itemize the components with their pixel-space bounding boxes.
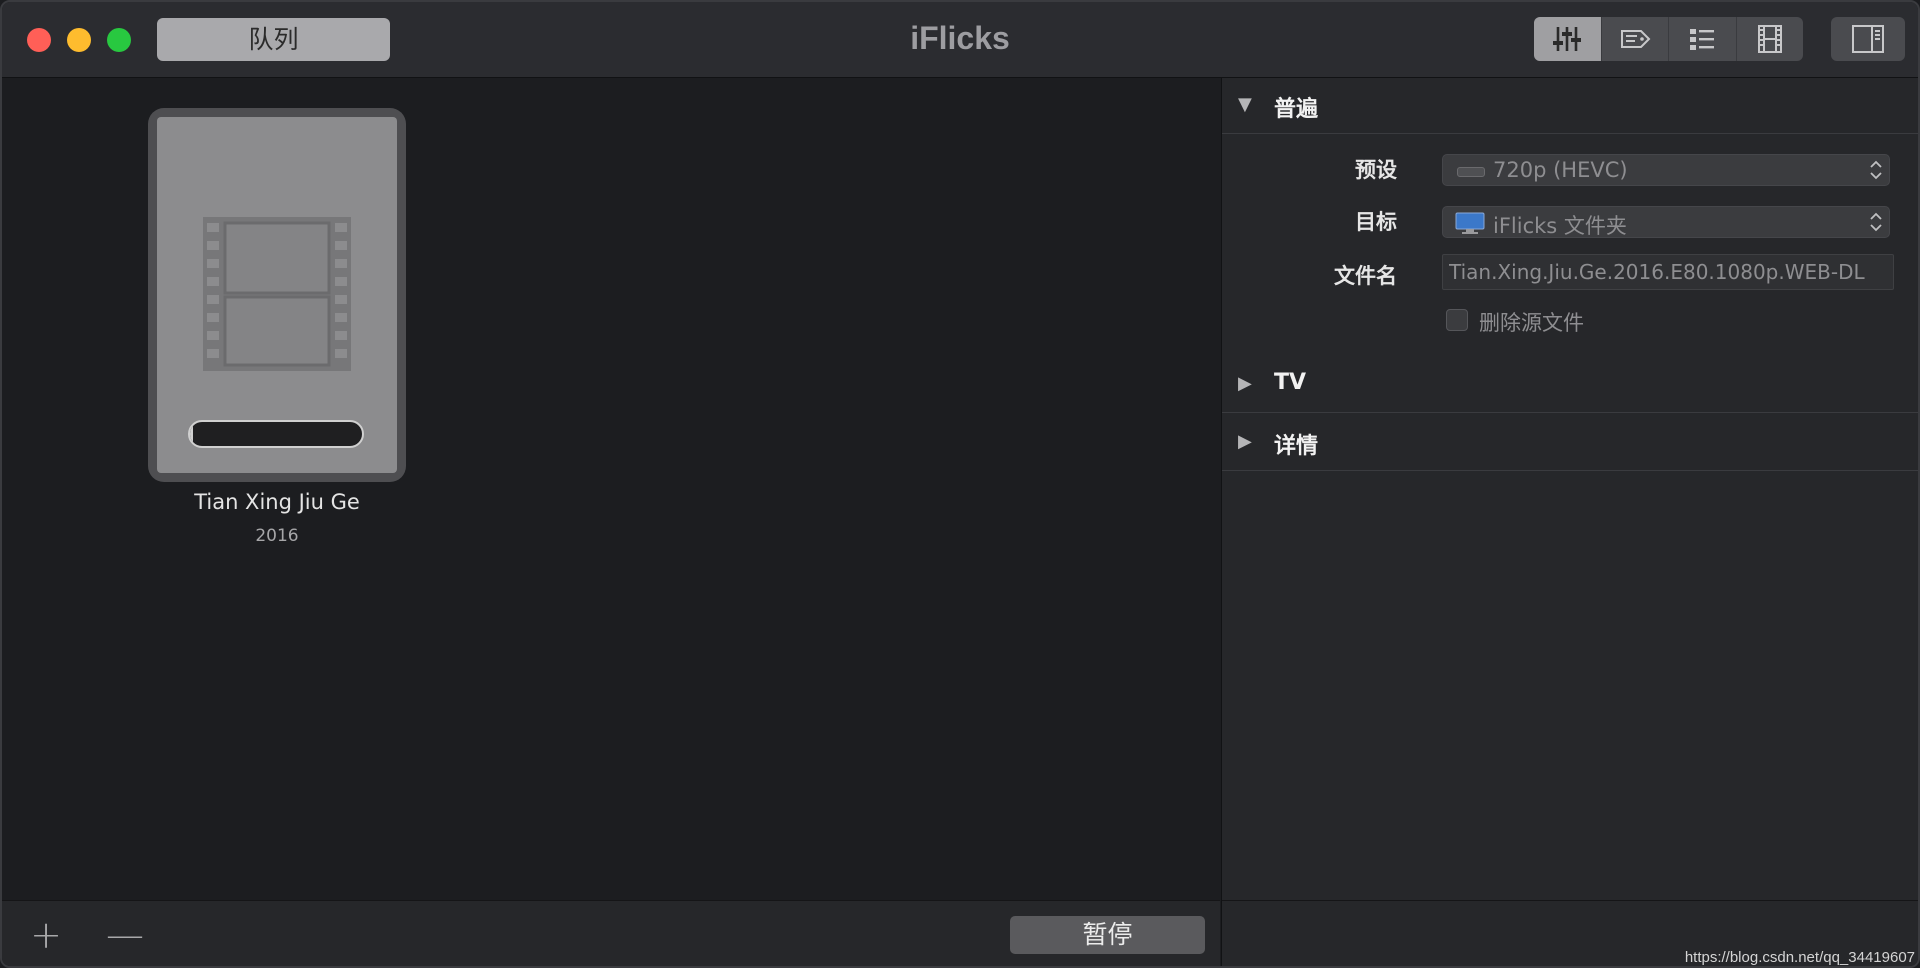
section-general-header[interactable]: ▼ 普遍 xyxy=(1222,78,1918,134)
preset-value: 720p (HEVC) xyxy=(1493,158,1628,182)
progress-fill xyxy=(190,422,194,446)
disclosure-collapsed-icon[interactable]: ▶ xyxy=(1238,433,1256,451)
preset-select[interactable]: 720p (HEVC) xyxy=(1442,154,1890,186)
sidebar-icon xyxy=(1852,25,1884,53)
list-icon xyxy=(1690,29,1715,50)
sliders-icon xyxy=(1553,27,1582,51)
target-value: iFlicks 文件夹 xyxy=(1493,214,1627,238)
film-icon xyxy=(203,217,351,371)
disclosure-expanded-icon[interactable]: ▼ xyxy=(1238,96,1256,114)
queue-item-title: Tian Xing Jiu Ge xyxy=(194,490,360,514)
filename-label: 文件名 xyxy=(1334,264,1397,288)
preset-device-icon xyxy=(1457,167,1485,177)
monitor-icon xyxy=(1455,212,1485,234)
disclosure-collapsed-icon[interactable]: ▶ xyxy=(1238,375,1256,393)
queue-panel: Tian Xing Jiu Ge 2016 xyxy=(2,78,1220,900)
segment-sliders[interactable] xyxy=(1534,17,1602,61)
pause-button[interactable]: 暂停 xyxy=(1010,916,1205,954)
watermark-text: https://blog.csdn.net/qq_34419607 xyxy=(1684,949,1915,966)
target-select[interactable]: iFlicks 文件夹 xyxy=(1442,206,1890,238)
conversion-progress-bar xyxy=(188,420,364,448)
queue-item-card[interactable] xyxy=(148,108,406,482)
section-general-title: 普遍 xyxy=(1274,97,1319,122)
film-strip-icon xyxy=(1757,25,1782,53)
target-label: 目标 xyxy=(1355,210,1397,234)
inspector-segmented-control xyxy=(1534,17,1803,61)
inspector-panel: ▼ 普遍 预设 720p (HEVC) 目标 iFlicks 文件夹 文件名 T… xyxy=(1221,78,1918,966)
segment-tags[interactable] xyxy=(1602,17,1669,61)
preset-label: 预设 xyxy=(1355,158,1397,182)
segment-list[interactable] xyxy=(1669,17,1737,61)
select-arrows-icon xyxy=(1870,160,1882,180)
segment-video[interactable] xyxy=(1737,17,1804,61)
filename-field[interactable] xyxy=(1442,254,1894,290)
section-details-header[interactable]: ▶ 详情 xyxy=(1222,415,1918,471)
inspector-bottom-bar: https://blog.csdn.net/qq_34419607 xyxy=(1222,900,1918,966)
queue-bottom-bar: + — 暂停 xyxy=(2,900,1220,966)
section-details-title: 详情 xyxy=(1274,434,1319,459)
app-window: 队列 iFlicks Tian Xing Jiu Ge 2016 + — 暂停 … xyxy=(0,0,1920,968)
select-arrows-icon xyxy=(1870,212,1882,232)
queue-item-year: 2016 xyxy=(255,526,299,546)
poster-placeholder xyxy=(157,117,397,473)
filename-input[interactable] xyxy=(1443,255,1893,289)
section-tv-header[interactable]: ▶ TV xyxy=(1222,357,1918,413)
tag-icon xyxy=(1620,30,1651,48)
delete-source-checkbox[interactable] xyxy=(1446,309,1468,331)
title-bar: 队列 iFlicks xyxy=(2,2,1918,78)
add-file-button[interactable]: + xyxy=(26,915,66,955)
delete-source-label: 删除源文件 xyxy=(1479,311,1584,335)
remove-file-button[interactable]: — xyxy=(105,915,145,955)
section-tv-title: TV xyxy=(1274,370,1307,395)
toggle-inspector-button[interactable] xyxy=(1831,17,1905,61)
